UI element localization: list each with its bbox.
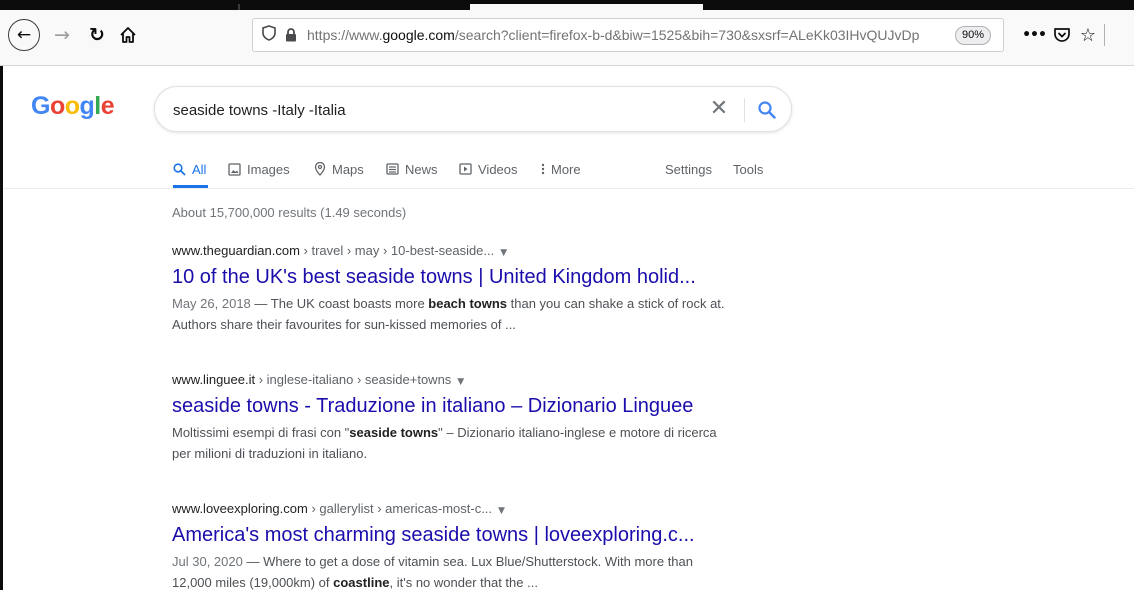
logo-letter: o [64,92,80,120]
tab-maps-label: Maps [332,161,364,177]
tab-settings[interactable]: Settings [665,157,712,181]
tab-all[interactable]: All [173,157,206,181]
url-bar[interactable]: https://www.google.com/search?client=fir… [252,18,1004,52]
tab-videos-label: Videos [478,161,518,177]
snippet-bold: seaside towns [349,425,439,440]
snippet-text: , it's no wonder that the ... [389,575,538,590]
dropdown-triangle-icon[interactable]: ▼ [500,248,507,258]
tab-images-label: Images [247,161,290,177]
zoom-level-badge[interactable]: 90% [954,26,991,45]
snippet-bold: beach towns [428,296,508,311]
search-icon [173,162,186,176]
logo-letter: o [49,92,65,120]
clear-icon: ✕ [709,96,729,121]
search-box: ✕ [154,86,792,132]
search-button[interactable] [753,96,781,124]
search-tabs: All Images Maps News Videos More Setting… [0,150,1134,189]
pocket-icon [1054,28,1070,42]
tab-all-label: All [192,161,207,177]
tab-tools-label: Tools [733,161,764,177]
reload-icon: ↻ [89,24,105,46]
pocket-button[interactable] [1050,20,1074,50]
browser-tab-strip [0,0,1134,10]
active-tab-indicator [173,185,208,188]
home-icon [120,27,136,43]
lock-icon[interactable] [283,28,299,42]
search-input[interactable] [173,100,693,120]
search-divider [744,98,745,122]
logo-letter: e [100,92,115,120]
result-stats: About 15,700,000 results (1.49 seconds) [172,205,407,220]
star-icon: ☆ [1079,24,1097,46]
toolbar-separator [1104,24,1105,46]
google-logo[interactable]: Google [31,92,115,121]
reload-button[interactable]: ↻ [84,20,110,50]
search-icon [758,101,776,119]
forward-button[interactable]: → [49,20,75,50]
result-date: Jul 30, 2020 [172,554,243,569]
search-result: www.theguardian.com › travel › may › 10-… [172,243,732,335]
videos-icon [459,163,472,175]
bookmark-star-button[interactable]: ☆ [1076,20,1100,50]
home-button[interactable] [114,20,142,50]
result-cite[interactable]: www.loveexploring.com › gallerylist › am… [172,501,732,516]
tab-more[interactable]: More [541,157,581,181]
tab-news[interactable]: News [386,157,438,181]
result-title-link[interactable]: 10 of the UK's best seaside towns | Unit… [172,264,732,290]
result-breadcrumb: › gallerylist › americas-most-c... [307,501,493,516]
tab-settings-label: Settings [665,161,712,177]
window-left-border [0,66,3,590]
snippet-bold: coastline [333,575,390,590]
images-icon [228,162,241,176]
result-title-link[interactable]: seaside towns - Traduzione in italiano –… [172,393,732,419]
more-vertical-icon [541,163,545,175]
shield-icon[interactable] [259,25,279,45]
snippet-text: — The UK coast boasts more [250,296,429,311]
result-domain: www.theguardian.com [172,243,300,258]
tab-maps[interactable]: Maps [314,157,364,181]
tab-images[interactable]: Images [228,157,290,181]
search-result: www.linguee.it › inglese-italiano › seas… [172,372,732,464]
result-date: May 26, 2018 [172,296,251,311]
result-cite[interactable]: www.theguardian.com › travel › may › 10-… [172,243,732,258]
back-button[interactable]: ← [8,19,40,51]
dropdown-triangle-icon[interactable]: ▼ [457,377,464,387]
result-domain: www.linguee.it [172,372,256,387]
page-actions-button[interactable]: ••• [1020,20,1048,50]
result-title-link[interactable]: America's most charming seaside towns | … [172,522,732,548]
snippet-text: Moltissimi esempi di frasi con " [172,425,350,440]
result-snippet: Moltissimi esempi di frasi con "seaside … [172,422,732,464]
maps-pin-icon [314,162,326,176]
news-icon [386,163,399,175]
forward-arrow-icon: → [54,24,70,46]
result-cite[interactable]: www.linguee.it › inglese-italiano › seas… [172,372,732,387]
result-breadcrumb: › inglese-italiano › seaside+towns [255,372,452,387]
tab-tools[interactable]: Tools [733,157,763,181]
more-dots-icon: ••• [1022,27,1047,43]
result-breadcrumb: › travel › may › 10-best-seaside... [299,243,495,258]
search-result: www.loveexploring.com › gallerylist › am… [172,501,732,590]
logo-letter: G [31,92,50,120]
back-arrow-icon: ← [16,25,32,45]
logo-letter: g [79,92,95,120]
result-snippet: Jul 30, 2020 — Where to get a dose of vi… [172,551,732,590]
tab-videos[interactable]: Videos [459,157,518,181]
browser-toolbar: ← → ↻ https://www.google.com/search?clie… [0,10,1134,66]
clear-search-button[interactable]: ✕ [706,96,732,122]
result-domain: www.loveexploring.com [172,501,308,516]
dropdown-triangle-icon[interactable]: ▼ [498,506,505,516]
tab-more-label: More [551,161,581,177]
result-snippet: May 26, 2018 — The UK coast boasts more … [172,293,732,335]
tab-news-label: News [405,161,438,177]
url-text[interactable]: https://www.google.com/search?client=fir… [307,27,953,43]
